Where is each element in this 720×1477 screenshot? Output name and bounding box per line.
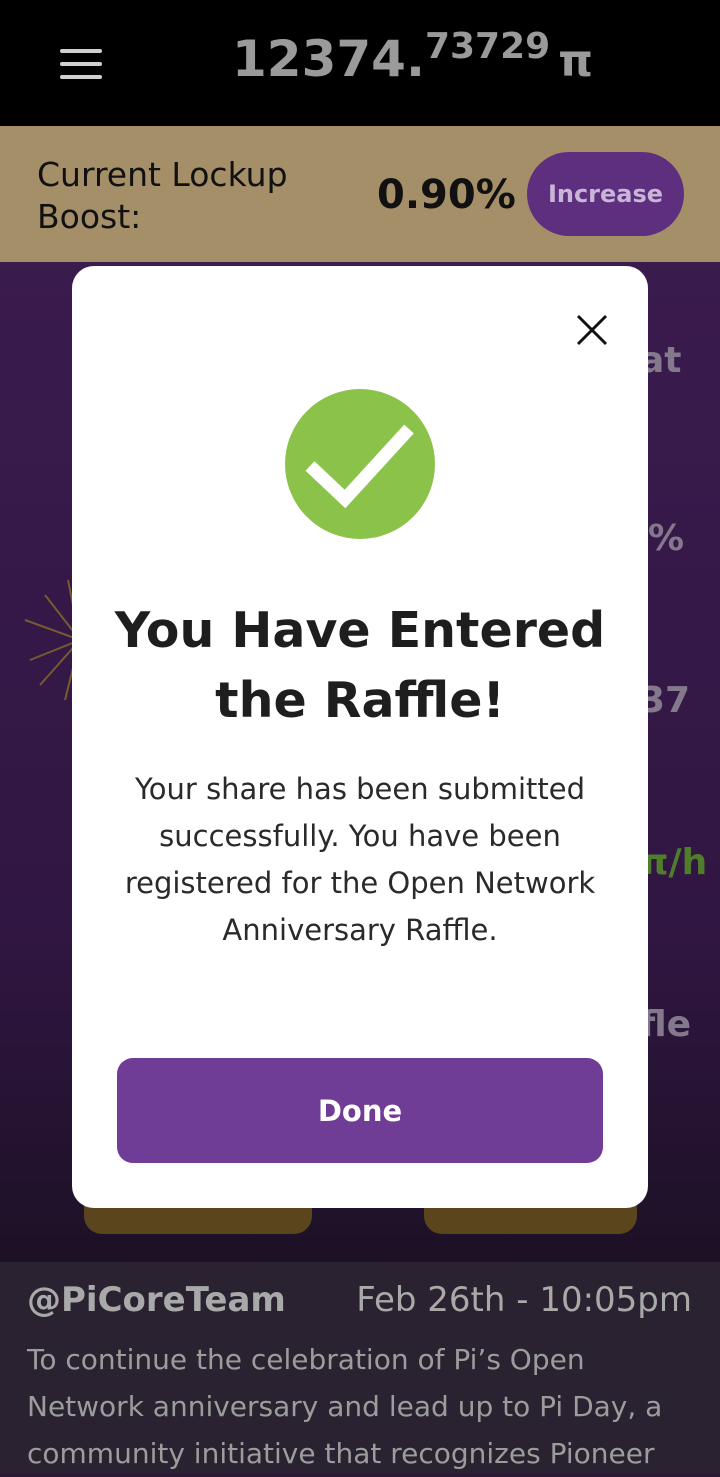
raffle-dialog: You Have Entered the Raffle! Your share …	[72, 266, 648, 1208]
done-button[interactable]: Done	[117, 1058, 603, 1163]
news-section: @PiCoreTeam Feb 26th - 10:05pm To contin…	[0, 1262, 720, 1473]
lockup-value: 0.90%	[377, 172, 516, 218]
close-icon[interactable]	[572, 310, 612, 350]
lockup-boost-bar: Current Lockup Boost: 0.90% Increase	[0, 126, 720, 262]
menu-icon[interactable]	[60, 49, 102, 79]
news-handle: @PiCoreTeam	[27, 1280, 286, 1320]
news-body: To continue the celebration of Pi’s Open…	[27, 1343, 663, 1470]
news-date: Feb 26th - 10:05pm	[356, 1280, 692, 1320]
dialog-title: You Have Entered the Raffle!	[114, 602, 606, 729]
balance-display: 12374.73729 π	[232, 26, 594, 88]
top-bar: 12374.73729 π	[0, 0, 720, 126]
balance-integer: 12374.	[232, 30, 425, 88]
success-badge	[285, 389, 435, 539]
dialog-message: Your share has been submitted successful…	[124, 772, 596, 947]
lockup-label: Current Lockup Boost:	[37, 155, 288, 236]
balance-decimal: 73729	[424, 26, 551, 67]
checkmark-icon	[305, 424, 414, 509]
pi-symbol: π	[558, 36, 594, 87]
increase-button[interactable]: Increase	[527, 152, 684, 236]
